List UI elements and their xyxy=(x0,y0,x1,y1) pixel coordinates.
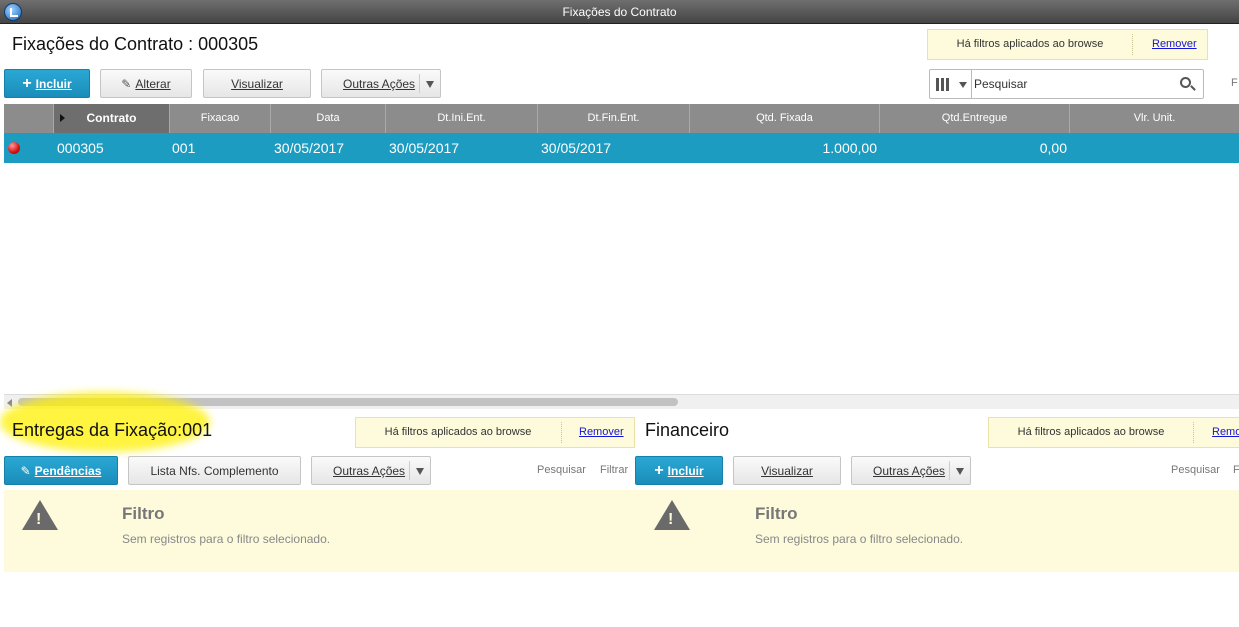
column-header-dt-ini-ent[interactable]: Dt.Ini.Ent. xyxy=(386,104,538,133)
scroll-left-icon[interactable] xyxy=(7,399,12,407)
entregas-search-link[interactable]: Pesquisar xyxy=(537,464,586,476)
financeiro-empty-title: Filtro xyxy=(755,504,798,523)
filter-notice-text: Há filtros aplicados ao browse xyxy=(956,38,1104,50)
remove-filter-link[interactable]: Remover xyxy=(579,426,624,438)
financeiro-incluir-button[interactable]: + Incluir xyxy=(635,456,723,485)
chevron-down-icon xyxy=(959,82,967,88)
financeiro-filter-notice: Há filtros aplicados ao browse Remo xyxy=(988,417,1239,448)
column-header-contrato[interactable]: Contrato xyxy=(54,104,170,133)
financeiro-filter-link-truncated[interactable]: F xyxy=(1233,464,1239,476)
plus-icon: + xyxy=(22,74,32,92)
dropdown-divider xyxy=(419,74,420,93)
filter-link-truncated[interactable]: F xyxy=(1231,77,1238,89)
chevron-down-icon xyxy=(956,468,964,475)
columns-icon xyxy=(936,78,950,91)
column-header-vlr-unit[interactable]: Vlr. Unit. xyxy=(1070,104,1239,133)
filter-notice-divider xyxy=(561,422,562,443)
entregas-title: Entregas da Fixação:001 xyxy=(12,420,213,440)
outras-acoes-button-label: Outras Ações xyxy=(333,463,406,478)
filter-notice-divider xyxy=(1132,34,1133,55)
plus-icon: + xyxy=(654,461,664,479)
column-header-dt-fin-ent[interactable]: Dt.Fin.Ent. xyxy=(538,104,690,133)
visualizar-button-label: Visualizar xyxy=(231,76,283,91)
dropdown-divider xyxy=(949,461,950,480)
filter-notice-text: Há filtros aplicados ao browse xyxy=(1017,426,1165,438)
warning-icon-mark: ! xyxy=(668,511,674,528)
window-title: Fixações do Contrato xyxy=(562,5,677,19)
column-selector-button[interactable] xyxy=(930,70,972,98)
empty-results-panel: ! Filtro Sem registros para o filtro sel… xyxy=(4,490,1239,572)
visualizar-button[interactable]: Visualizar xyxy=(203,69,311,98)
warning-icon-mark: ! xyxy=(36,511,42,528)
filter-notice-divider xyxy=(1193,422,1194,443)
column-header-data[interactable]: Data xyxy=(271,104,386,133)
financeiro-outras-acoes-button[interactable]: Outras Ações xyxy=(851,456,971,485)
alterar-button[interactable]: ✎ Alterar xyxy=(100,69,192,98)
cell-fixacao: 001 xyxy=(172,140,196,156)
entregas-filter-notice: Há filtros aplicados ao browse Remover xyxy=(355,417,635,448)
lista-nfs-complemento-label: Lista Nfs. Complemento xyxy=(150,463,279,478)
search-box xyxy=(929,69,1204,99)
incluir-button-label: Incluir xyxy=(667,463,704,478)
column-header-qtd-entregue[interactable]: Qtd.Entregue xyxy=(880,104,1070,133)
alterar-button-label: Alterar xyxy=(135,76,171,91)
visualizar-button-label: Visualizar xyxy=(761,463,813,478)
outras-acoes-button-label: Outras Ações xyxy=(873,463,946,478)
search-input[interactable] xyxy=(974,73,1169,95)
cell-dt-fin-ent: 30/05/2017 xyxy=(541,140,612,156)
financeiro-visualizar-button[interactable]: Visualizar xyxy=(733,456,841,485)
status-red-icon xyxy=(8,142,20,154)
entregas-empty-message: Sem registros para o filtro selecionado. xyxy=(122,532,331,546)
pendencias-button[interactable]: ✎ Pendências xyxy=(4,456,118,485)
chevron-down-icon xyxy=(416,468,424,475)
outras-acoes-button[interactable]: Outras Ações xyxy=(321,69,441,98)
chevron-down-icon xyxy=(426,81,434,88)
column-header-fixacao[interactable]: Fixacao xyxy=(170,104,271,133)
remove-filter-link[interactable]: Remover xyxy=(1152,38,1197,50)
financeiro-empty-message: Sem registros para o filtro selecionado. xyxy=(755,532,964,546)
outras-acoes-button-label: Outras Ações xyxy=(343,76,416,91)
cell-vlr-unit xyxy=(1070,133,1236,163)
cell-qtd-entregue: 0,00 xyxy=(1039,140,1067,156)
lista-nfs-complemento-button[interactable]: Lista Nfs. Complemento xyxy=(128,456,301,485)
column-header-label: Contrato xyxy=(86,111,137,125)
financeiro-title: Financeiro xyxy=(645,420,730,440)
entregas-outras-acoes-button[interactable]: Outras Ações xyxy=(311,456,431,485)
remove-filter-link[interactable]: Remo xyxy=(1212,426,1239,438)
cell-contrato: 000305 xyxy=(57,140,104,156)
sort-arrow-icon xyxy=(60,114,65,122)
incluir-button-label: Incluir xyxy=(35,76,72,91)
filter-notice-text: Há filtros aplicados ao browse xyxy=(384,426,532,438)
page-title: Fixações do Contrato : 000305 xyxy=(12,34,259,54)
table-row[interactable]: 000305 001 30/05/2017 30/05/2017 30/05/2… xyxy=(4,133,1239,163)
incluir-button[interactable]: + Incluir xyxy=(4,69,90,98)
window-title-bar: Fixações do Contrato xyxy=(0,0,1239,24)
column-header-qtd-fixada[interactable]: Qtd. Fixada xyxy=(690,104,880,133)
pencil-icon: ✎ xyxy=(121,76,132,91)
cell-qtd-fixada: 1.000,00 xyxy=(822,140,878,156)
search-icon[interactable] xyxy=(1180,77,1191,88)
status-column-header xyxy=(4,104,54,133)
cell-dt-ini-ent: 30/05/2017 xyxy=(389,140,460,156)
financeiro-search-link[interactable]: Pesquisar xyxy=(1171,464,1220,476)
filter-notice: Há filtros aplicados ao browse Remover xyxy=(927,29,1208,60)
dropdown-divider xyxy=(409,461,410,480)
entregas-filter-link[interactable]: Filtrar xyxy=(600,464,628,476)
entregas-empty-title: Filtro xyxy=(122,504,165,523)
grid-header: Contrato Fixacao Data Dt.Ini.Ent. Dt.Fin… xyxy=(4,104,1239,133)
pencil-icon: ✎ xyxy=(20,463,31,478)
cell-data: 30/05/2017 xyxy=(274,140,345,156)
pendencias-button-label: Pendências xyxy=(34,463,102,478)
